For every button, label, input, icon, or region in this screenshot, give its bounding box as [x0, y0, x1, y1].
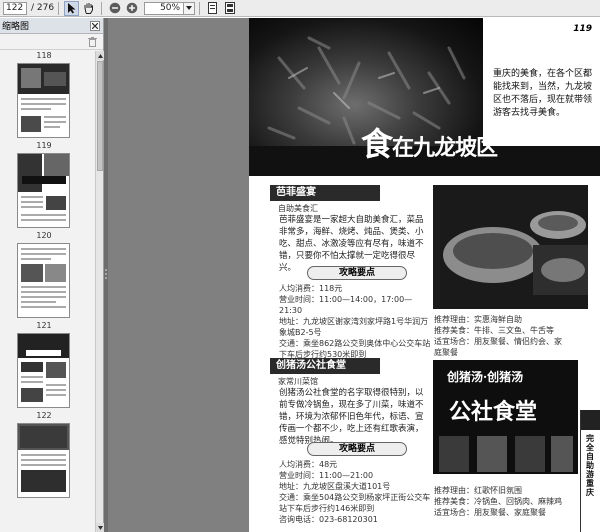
select-tool-button[interactable] — [64, 0, 80, 16]
section2-guide-label: 攻略要点 — [307, 442, 407, 456]
fit-page-icon — [208, 2, 218, 14]
hero-intro-text: 重庆的美食，在各个区都能找来到，当然，九龙坡区也不落后，现在就带领游客去找寻美食… — [493, 69, 593, 118]
sign-text: 公社食堂 — [449, 399, 538, 425]
chevron-down-icon — [186, 6, 193, 10]
thumbnail-label: 121 — [36, 321, 52, 330]
section1-body: 芭菲盛宴是一家超大自助美食汇，菜品非常多，海鲜、烧烤、炖品、煲类、小吃、甜点、冰… — [279, 215, 424, 273]
thumbnail-image — [18, 334, 69, 402]
chapter-tab — [581, 410, 600, 430]
thumbnail-label: 118 — [36, 51, 52, 60]
sidebar-title: 缩略图 — [2, 22, 30, 32]
thumbnail-image — [18, 154, 69, 221]
splitter-grip-icon[interactable] — [104, 268, 108, 280]
section1-right-info: 推荐理由：实惠海鲜自助 推荐美食：牛排、三文鱼、牛舌等 适宜场合：朋友聚餐、情侣… — [434, 314, 569, 358]
scroll-down-button[interactable] — [96, 523, 104, 532]
info-line: 人均消费：118元 — [279, 284, 343, 293]
thumbnail-label: 122 — [36, 411, 52, 420]
info-line: 地址：九龙坡区谢家湾刘家坪路1号华润万象城B2-5号 — [279, 317, 429, 337]
zoom-in-button[interactable] — [124, 1, 139, 16]
section1-title: 芭菲盛宴 — [270, 185, 380, 201]
minus-circle-icon — [109, 2, 120, 14]
thumbnail-label: 119 — [36, 141, 52, 150]
thumbnail-image — [21, 248, 66, 308]
thumbnail-page-118[interactable] — [17, 63, 70, 138]
thumbnail-page-122[interactable] — [17, 423, 70, 498]
zoom-dropdown-button[interactable] — [184, 1, 196, 15]
section2-title: 创猪汤公社食堂 — [270, 358, 380, 374]
sidebar-toolbar — [0, 34, 103, 50]
hand-tool-button[interactable] — [81, 1, 96, 16]
page-number: 119 — [573, 24, 592, 34]
hero-title-rest: 在九龙坡区 — [392, 135, 498, 161]
info-line: 推荐理由：红歌怀旧氛围 — [434, 486, 522, 495]
document-page: 119 重庆的美食，在各个区都能找来到，当然，九龙坡区也不落后，现在就带领游客去… — [249, 18, 600, 532]
zoom-field[interactable]: 50% — [144, 1, 185, 15]
close-icon — [92, 23, 98, 29]
buffet-photo — [433, 185, 588, 309]
sidebar-scrollbar[interactable] — [95, 51, 104, 532]
info-line: 推荐美食：牛排、三文鱼、牛舌等 — [434, 326, 554, 335]
hand-icon — [84, 3, 94, 14]
page-number-input[interactable]: 122 — [3, 1, 27, 15]
page-layout-icon — [224, 2, 235, 14]
thumbnail-image — [18, 64, 69, 132]
arrow-down-icon — [97, 525, 103, 530]
thumbnail-page-119[interactable] — [17, 153, 70, 228]
info-line: 交通：乘坐504路公交到杨家坪正街公交车站下车后步行约146米即到 — [279, 493, 431, 513]
thumbnail-sidebar: 缩略图 118 119 120 121 122 — [0, 18, 104, 532]
thumbnail-image — [18, 424, 69, 492]
thumbnail-page-120[interactable] — [17, 243, 70, 318]
toolbar-separator — [58, 1, 60, 15]
two-page-button[interactable] — [222, 1, 237, 16]
info-line: 营业时间：11:00—14:00，17:00—21:30 — [279, 295, 413, 315]
sign-top-text: 创猪汤·创猪汤 — [447, 370, 524, 384]
plus-circle-icon — [126, 2, 137, 14]
hero-title: 食在九龙坡区 — [361, 124, 498, 168]
viewer-toolbar: 122 / 276 50% — [0, 0, 600, 17]
info-line: 地址：九龙坡区盘溪大道101号 — [279, 482, 391, 491]
toolbar-separator — [101, 1, 103, 15]
chapter-side-text: 完全自助游重庆 — [586, 434, 594, 497]
scroll-up-button[interactable] — [96, 51, 104, 60]
chapter-side-strip: 完全自助游重庆 — [580, 410, 600, 532]
info-line: 推荐理由：实惠海鲜自助 — [434, 315, 522, 324]
section1-guide-label: 攻略要点 — [307, 266, 407, 280]
arrow-up-icon — [97, 53, 103, 58]
toolbar-separator — [199, 1, 201, 15]
page-total: / 276 — [31, 3, 55, 13]
scroll-thumb[interactable] — [97, 61, 103, 171]
sidebar-header: 缩略图 — [0, 18, 103, 34]
restaurant-sign-photo: 创猪汤·创猪汤 公社食堂 — [433, 360, 578, 474]
thumbnail-label: 120 — [36, 231, 52, 240]
sidebar-close-button[interactable] — [90, 21, 100, 31]
info-line: 营业时间：11:00—21:00 — [279, 471, 374, 480]
storefront-image — [439, 436, 573, 472]
thumbnail-list: 118 119 120 121 122 — [0, 51, 95, 532]
fit-page-button[interactable] — [205, 1, 220, 16]
info-line: 适宜场合：朋友聚餐、家庭聚餐 — [434, 508, 546, 517]
hero-title-big: 食 — [361, 125, 393, 163]
section2-subtitle: 家常川菜馆 — [278, 377, 318, 386]
info-line: 推荐美食：冷锅鱼、回锅肉、麻辣鸡 — [434, 497, 562, 506]
info-line: 人均消费：48元 — [279, 460, 338, 469]
info-line: 咨询电话：023-68120301 — [279, 515, 378, 524]
thumbnail-page-121[interactable] — [17, 333, 70, 408]
buffet-photo-image — [433, 185, 588, 309]
section2-body: 创猪汤公社食堂的名字取得很特别，以前专做冷锅鱼，现在多了川菜，味道不错，环境为浓… — [279, 388, 424, 446]
section1-subtitle: 自助美食汇 — [278, 204, 318, 213]
info-line: 交通：乘坐862路公交到奥体中心公交车站下车后步行约530米即到 — [279, 339, 431, 359]
hero-banner: 119 重庆的美食，在各个区都能找来到，当然，九龙坡区也不落后，现在就带领游客去… — [249, 18, 600, 176]
zoom-out-button[interactable] — [107, 1, 122, 16]
cursor-arrow-icon — [67, 2, 76, 13]
section2-right-info: 推荐理由：红歌怀旧氛围 推荐美食：冷锅鱼、回锅肉、麻辣鸡 适宜场合：朋友聚餐、家… — [434, 485, 569, 518]
section2-info: 人均消费：48元 营业时间：11:00—21:00 地址：九龙坡区盘溪大道101… — [279, 459, 431, 525]
info-line: 适宜场合：朋友聚餐、情侣约会、家庭聚餐 — [434, 337, 562, 357]
trash-icon[interactable] — [88, 37, 97, 47]
